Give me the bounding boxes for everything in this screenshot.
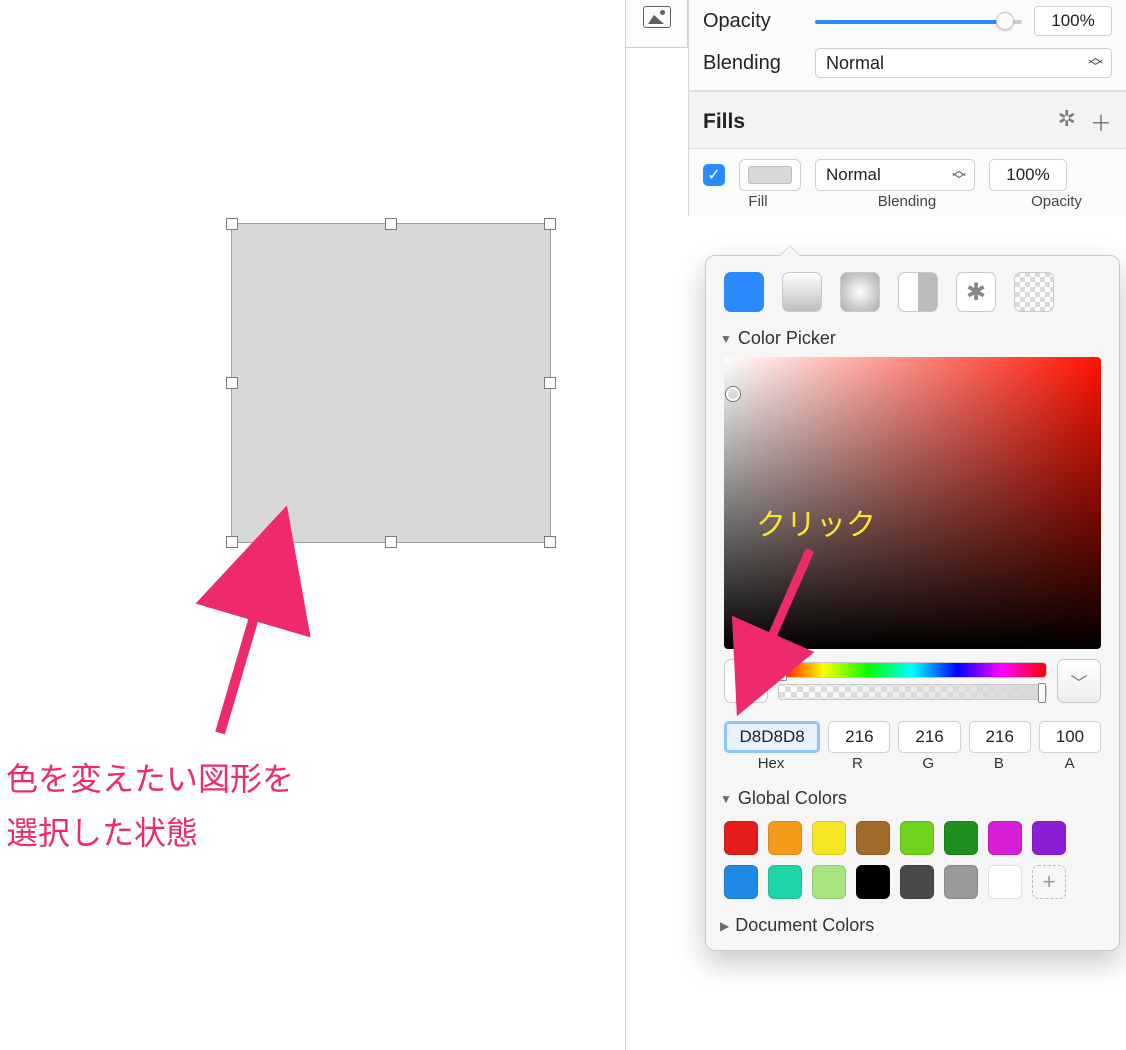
chevron-updown-icon: ︿﹀ [1088,53,1103,73]
thumbnail-strip [626,0,688,48]
global-swatch[interactable] [988,821,1022,855]
global-swatch[interactable] [812,821,846,855]
fill-type-angular-gradient[interactable] [898,272,938,312]
global-colors-disclosure[interactable]: ▼ Global Colors [706,782,1119,817]
fill-blend-select[interactable]: Normal ︿﹀ [815,159,975,191]
alpha-slider[interactable] [778,684,1047,700]
global-swatch[interactable] [944,865,978,899]
sub-fill-label: Fill [703,193,813,210]
fill-blend-value: Normal [826,165,881,185]
a-input[interactable]: 100 [1039,721,1101,753]
fill-type-row: ✱ [706,256,1119,322]
resize-handle-e[interactable] [544,377,556,389]
document-colors-disclosure[interactable]: ▶ Document Colors [706,909,1119,944]
resize-handle-n[interactable] [385,218,397,230]
canvas[interactable] [0,0,625,1050]
blending-label: Blending [703,52,815,75]
fills-section-header: Fills ✲ ＋ [689,91,1126,149]
global-swatch[interactable] [988,865,1022,899]
chevron-updown-icon: ︿﹀ [952,165,966,185]
chevron-down-icon: ﹀ [1071,669,1088,694]
color-picker-disclosure[interactable]: ▼ Color Picker [706,322,1119,357]
global-swatch[interactable] [900,821,934,855]
fill-opacity-value[interactable]: 100% [989,159,1067,191]
color-popover: ✱ ▼ Color Picker ﹀ D8D8D8 216 216 216 10… [705,255,1120,951]
global-swatch[interactable] [944,821,978,855]
a-label: A [1038,755,1101,772]
panel-divider[interactable] [625,0,626,1050]
global-swatch[interactable] [724,821,758,855]
hex-label: Hex [724,755,818,772]
opacity-label: Opacity [703,10,815,33]
triangle-down-icon: ▼ [720,792,732,806]
sub-blend-label: Blending [827,193,987,210]
global-swatch[interactable] [768,865,802,899]
fill-type-linear-gradient[interactable] [782,272,822,312]
global-swatch[interactable] [768,821,802,855]
resize-handle-w[interactable] [226,377,238,389]
fills-title: Fills [703,110,745,134]
inspector-panel: Opacity 100% Blending Normal ︿﹀ Fills ✲ … [688,0,1126,216]
g-label: G [897,755,960,772]
global-colors-label: Global Colors [738,788,847,809]
resize-handle-ne[interactable] [544,218,556,230]
fill-color-swatch[interactable] [739,159,801,191]
hex-input[interactable]: D8D8D8 [724,721,820,753]
blending-value: Normal [826,53,884,74]
global-swatch[interactable] [856,821,890,855]
sub-opacity-label: Opacity [1001,193,1112,210]
color-options-button[interactable]: ﹀ [1057,659,1101,703]
hue-slider[interactable] [778,662,1047,678]
fill-type-pattern[interactable]: ✱ [956,272,996,312]
r-label: R [826,755,889,772]
b-input[interactable]: 216 [969,721,1031,753]
opacity-value[interactable]: 100% [1034,6,1112,36]
global-swatches: + [706,817,1119,909]
r-input[interactable]: 216 [828,721,890,753]
add-global-color-button[interactable]: + [1032,865,1066,899]
global-swatch[interactable] [900,865,934,899]
blending-row: Blending Normal ︿﹀ [689,42,1126,84]
opacity-slider[interactable] [815,11,1022,31]
opacity-row: Opacity 100% [689,0,1126,42]
annotation-click: クリック [756,500,876,551]
resize-handle-se[interactable] [544,536,556,548]
fill-type-noise[interactable] [1014,272,1054,312]
color-field-cursor[interactable] [726,387,740,401]
resize-handle-sw[interactable] [226,536,238,548]
eyedropper-button[interactable] [724,659,768,703]
fill-type-solid[interactable] [724,272,764,312]
resize-handle-s[interactable] [385,536,397,548]
global-swatch[interactable] [1032,821,1066,855]
image-icon [643,6,671,28]
document-colors-label: Document Colors [735,915,874,936]
b-label: B [968,755,1031,772]
annotation-shape-selected: 色を変えたい図形を 選択した状態 [6,752,294,861]
color-picker-label: Color Picker [738,328,836,349]
blending-select[interactable]: Normal ︿﹀ [815,48,1112,78]
gear-icon[interactable]: ✲ [1058,106,1076,138]
resize-handle-nw[interactable] [226,218,238,230]
triangle-right-icon: ▶ [720,919,729,933]
fill-row: ✓ Normal ︿﹀ 100% [689,149,1126,193]
triangle-down-icon: ▼ [720,332,732,346]
g-input[interactable]: 216 [898,721,960,753]
fill-sub-labels: Fill Blending Opacity [689,193,1126,216]
add-fill-button[interactable]: ＋ [1090,106,1112,138]
fill-type-radial-gradient[interactable] [840,272,880,312]
global-swatch[interactable] [812,865,846,899]
fill-enabled-checkbox[interactable]: ✓ [703,164,725,186]
selected-rectangle[interactable] [231,223,551,543]
global-swatch[interactable] [724,865,758,899]
eyedropper-icon [734,669,758,693]
global-swatch[interactable] [856,865,890,899]
